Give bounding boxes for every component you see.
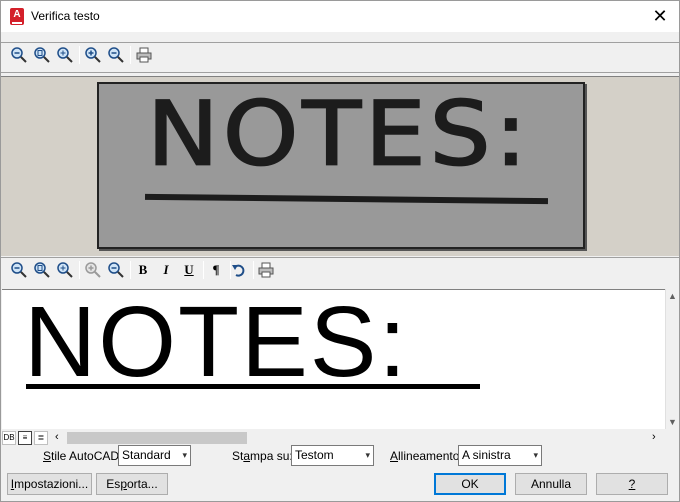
- toolbar-separator: [79, 261, 80, 279]
- zoom-out-icon: [11, 47, 27, 63]
- print-icon: [258, 262, 274, 278]
- toolbar-separator: [130, 46, 131, 64]
- text-zoom-out-step-button[interactable]: [106, 260, 126, 280]
- view-mode-justify-button[interactable]: ≣: [34, 431, 48, 445]
- cancel-button[interactable]: Annulla: [515, 473, 587, 495]
- ok-button[interactable]: OK: [434, 473, 506, 495]
- paragraph-button[interactable]: ¶: [206, 260, 226, 280]
- toolbar-separator: [203, 261, 204, 279]
- toolbar-separator: [253, 261, 254, 279]
- print-button[interactable]: [134, 45, 154, 65]
- chevron-down-icon: ▾: [533, 450, 538, 460]
- scanned-underline: [144, 193, 549, 205]
- toolbar-separator: [79, 46, 80, 64]
- title-bar: A Verifica testo ✕: [1, 1, 679, 32]
- style-select[interactable]: Standard ▾: [118, 445, 191, 466]
- undo-button[interactable]: [229, 260, 249, 280]
- print-to-select[interactable]: Testom ▾: [291, 445, 374, 466]
- zoom-fit-button[interactable]: [32, 45, 52, 65]
- view-mode-lines-button[interactable]: ≡: [18, 431, 32, 445]
- window-title: Verifica testo: [31, 9, 100, 23]
- settings-button[interactable]: Impostazioni...: [7, 473, 92, 495]
- chevron-down-icon: ▾: [182, 450, 187, 460]
- undo-icon: [232, 264, 245, 277]
- scanned-text: NOTES:: [146, 82, 531, 186]
- zoom-in-icon: [85, 47, 101, 63]
- help-button[interactable]: ?: [596, 473, 668, 495]
- alignment-label: Allineamento:: [390, 449, 463, 463]
- scroll-left-icon[interactable]: ‹: [55, 431, 59, 443]
- recognized-text[interactable]: NOTES:: [24, 292, 438, 392]
- scroll-down-icon[interactable]: ▼: [668, 417, 677, 427]
- zoom-window-icon: [57, 262, 73, 278]
- text-zoom-window-button[interactable]: [55, 260, 75, 280]
- text-zoom-fit-button[interactable]: [32, 260, 52, 280]
- verifica-testo-dialog: A Verifica testo ✕ NOTES: B I U ¶ NOTES:…: [0, 0, 680, 502]
- zoom-in-button[interactable]: [83, 45, 103, 65]
- alignment-select[interactable]: A sinistra ▾: [458, 445, 542, 466]
- scroll-right-icon[interactable]: ›: [652, 431, 656, 443]
- scroll-up-icon[interactable]: ▲: [668, 291, 677, 301]
- zoom-fit-icon: [34, 47, 50, 63]
- text-zoom-in-button[interactable]: [83, 260, 103, 280]
- recognized-text-underline: [26, 384, 480, 389]
- style-label: Stile AutoCAD:: [43, 449, 123, 463]
- zoom-in-disabled-icon: [85, 262, 101, 278]
- horizontal-scroll-thumb[interactable]: [67, 432, 247, 444]
- close-button[interactable]: ✕: [649, 5, 671, 27]
- zoom-out-icon: [11, 262, 27, 278]
- italic-button[interactable]: I: [156, 260, 176, 280]
- vertical-scrollbar[interactable]: ▲ ▼: [665, 289, 679, 429]
- zoom-window-icon: [57, 47, 73, 63]
- text-print-button[interactable]: [256, 260, 276, 280]
- text-zoom-out-button[interactable]: [9, 260, 29, 280]
- image-preview-area[interactable]: NOTES:: [1, 76, 679, 256]
- chevron-down-icon: ▾: [365, 450, 370, 460]
- zoom-fit-icon: [34, 262, 50, 278]
- divider: [1, 72, 679, 73]
- zoom-out-step-button[interactable]: [106, 45, 126, 65]
- toolbar-separator: [130, 261, 131, 279]
- text-edit-area[interactable]: NOTES:: [2, 289, 665, 429]
- scanned-text-image: NOTES:: [97, 82, 585, 249]
- text-toolbar: B I U ¶: [1, 258, 679, 286]
- zoom-out-small-icon: [108, 262, 124, 278]
- zoom-out-small-icon: [108, 47, 124, 63]
- image-toolbar: [1, 43, 679, 69]
- view-mode-db-button[interactable]: DB: [2, 431, 16, 445]
- export-button[interactable]: Esporta...: [96, 473, 168, 495]
- horizontal-scroll-row: DB ≡ ≣ ‹ ›: [1, 430, 679, 446]
- print-to-label: Stampa su:: [232, 449, 293, 463]
- zoom-out-button[interactable]: [9, 45, 29, 65]
- print-icon: [136, 47, 152, 63]
- underline-button[interactable]: U: [179, 260, 199, 280]
- autocad-app-icon: A: [10, 8, 24, 25]
- zoom-window-button[interactable]: [55, 45, 75, 65]
- bold-button[interactable]: B: [133, 260, 153, 280]
